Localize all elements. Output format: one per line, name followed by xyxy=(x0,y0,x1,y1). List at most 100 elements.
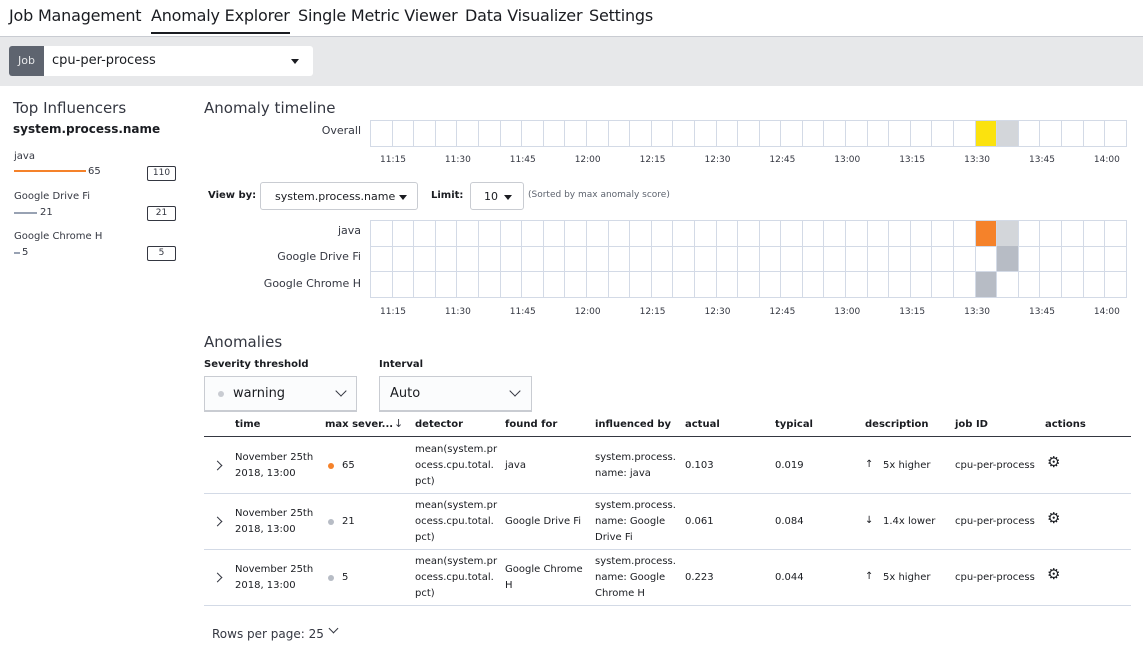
swimlane-cell[interactable] xyxy=(1040,272,1062,298)
swimlane-cell[interactable] xyxy=(867,272,890,298)
swimlane-java[interactable] xyxy=(370,220,1127,247)
swimlane-cell[interactable] xyxy=(954,121,976,147)
swimlane-cell[interactable] xyxy=(802,221,825,247)
swimlane-cell[interactable] xyxy=(651,121,674,147)
swimlane-cell[interactable] xyxy=(565,246,587,272)
swimlane-google-drive[interactable] xyxy=(370,246,1127,272)
swimlane-cell[interactable] xyxy=(954,221,976,247)
swimlane-cell[interactable] xyxy=(673,272,695,298)
swimlane-cell[interactable] xyxy=(932,246,955,272)
swimlane-cell[interactable] xyxy=(694,121,717,147)
swimlane-cell[interactable] xyxy=(586,246,609,272)
swimlane-cell[interactable] xyxy=(457,246,479,272)
expand-row-icon[interactable] xyxy=(212,572,223,583)
swimlane-cell[interactable] xyxy=(997,121,1019,147)
swimlane-cell[interactable] xyxy=(1018,272,1041,298)
swimlane-cell[interactable] xyxy=(910,121,933,147)
column-header-influenced-by[interactable]: influenced by xyxy=(595,419,671,430)
swimlane-cell[interactable] xyxy=(846,246,868,272)
swimlane-cell[interactable] xyxy=(608,221,631,247)
swimlane-cell[interactable] xyxy=(889,246,911,272)
column-header-found-for[interactable]: found for xyxy=(505,419,557,430)
swimlane-cell[interactable] xyxy=(1105,246,1127,272)
swimlane-cell[interactable] xyxy=(586,272,609,298)
swimlane-cell[interactable] xyxy=(1105,272,1127,298)
swimlane-cell[interactable] xyxy=(522,246,544,272)
swimlane-cell[interactable] xyxy=(802,246,825,272)
view-by-select[interactable]: system.process.name xyxy=(260,182,418,210)
swimlane-cell[interactable] xyxy=(932,272,955,298)
column-header-job-id[interactable]: job ID xyxy=(955,419,988,430)
swimlane-cell[interactable] xyxy=(846,121,868,147)
swimlane-cell[interactable] xyxy=(889,272,911,298)
column-header-typical[interactable]: typical xyxy=(775,419,813,430)
swimlane-cell[interactable] xyxy=(694,272,717,298)
swimlane-cell[interactable] xyxy=(1018,221,1041,247)
swimlane-cell[interactable] xyxy=(371,246,393,272)
limit-select[interactable]: 10 xyxy=(470,182,524,210)
sort-down-icon[interactable]: ↓ xyxy=(394,417,403,430)
tab-single-metric-viewer[interactable]: Single Metric Viewer xyxy=(298,6,458,25)
swimlane-cell[interactable] xyxy=(738,221,760,247)
swimlane-cell[interactable] xyxy=(910,246,933,272)
swimlane-cell[interactable] xyxy=(522,272,544,298)
swimlane-cell[interactable] xyxy=(630,246,652,272)
swimlane-cell[interactable] xyxy=(824,121,847,147)
swimlane-cell[interactable] xyxy=(738,121,760,147)
swimlane-cell[interactable] xyxy=(975,221,998,247)
swimlane-cell[interactable] xyxy=(1040,221,1062,247)
swimlane-cell[interactable] xyxy=(910,272,933,298)
swimlane-cell[interactable] xyxy=(371,272,393,298)
swimlane-cell[interactable] xyxy=(392,272,415,298)
swimlane-cell[interactable] xyxy=(975,246,998,272)
swimlane-cell[interactable] xyxy=(651,272,674,298)
swimlane-cell[interactable] xyxy=(1105,221,1127,247)
swimlane-cell[interactable] xyxy=(543,246,566,272)
swimlane-cell[interactable] xyxy=(522,121,544,147)
column-header-time[interactable]: time xyxy=(235,419,260,430)
swimlane-cell[interactable] xyxy=(759,272,782,298)
swimlane-cell[interactable] xyxy=(478,272,501,298)
swimlane-cell[interactable] xyxy=(997,221,1019,247)
swimlane-cell[interactable] xyxy=(889,221,911,247)
swimlane-cell[interactable] xyxy=(1062,221,1084,247)
swimlane-cell[interactable] xyxy=(716,272,739,298)
swimlane-cell[interactable] xyxy=(371,121,393,147)
swimlane-cell[interactable] xyxy=(543,272,566,298)
swimlane-cell[interactable] xyxy=(608,246,631,272)
swimlane-cell[interactable] xyxy=(716,221,739,247)
swimlane-cell[interactable] xyxy=(932,221,955,247)
swimlane-cell[interactable] xyxy=(824,221,847,247)
swimlane-cell[interactable] xyxy=(673,221,695,247)
swimlane-cell[interactable] xyxy=(392,221,415,247)
swimlane-cell[interactable] xyxy=(997,246,1019,272)
swimlane-cell[interactable] xyxy=(867,121,890,147)
swimlane-cell[interactable] xyxy=(565,121,587,147)
swimlane-cell[interactable] xyxy=(673,121,695,147)
swimlane-cell[interactable] xyxy=(738,272,760,298)
swimlane-cell[interactable] xyxy=(1083,272,1106,298)
swimlane-cell[interactable] xyxy=(1040,121,1062,147)
swimlane-cell[interactable] xyxy=(954,246,976,272)
swimlane-cell[interactable] xyxy=(802,121,825,147)
swimlane-cell[interactable] xyxy=(954,272,976,298)
swimlane-cell[interactable] xyxy=(910,221,933,247)
tab-anomaly-explorer[interactable]: Anomaly Explorer xyxy=(151,6,290,34)
swimlane-cell[interactable] xyxy=(673,246,695,272)
swimlane-cell[interactable] xyxy=(846,272,868,298)
tab-settings[interactable]: Settings xyxy=(589,6,653,25)
swimlane-cell[interactable] xyxy=(500,221,523,247)
swimlane-cell[interactable] xyxy=(435,221,458,247)
swimlane-cell[interactable] xyxy=(565,221,587,247)
swimlane-cell[interactable] xyxy=(1018,121,1041,147)
gear-icon[interactable]: ⚙ xyxy=(1047,566,1060,582)
swimlane-cell[interactable] xyxy=(694,221,717,247)
swimlane-cell[interactable] xyxy=(781,121,803,147)
job-selector[interactable]: Job cpu-per-process xyxy=(9,46,313,76)
tab-data-visualizer[interactable]: Data Visualizer xyxy=(465,6,583,25)
swimlane-cell[interactable] xyxy=(1018,246,1041,272)
swimlane-cell[interactable] xyxy=(997,272,1019,298)
swimlane-cell[interactable] xyxy=(630,272,652,298)
swimlane-cell[interactable] xyxy=(759,246,782,272)
swimlane-cell[interactable] xyxy=(457,272,479,298)
